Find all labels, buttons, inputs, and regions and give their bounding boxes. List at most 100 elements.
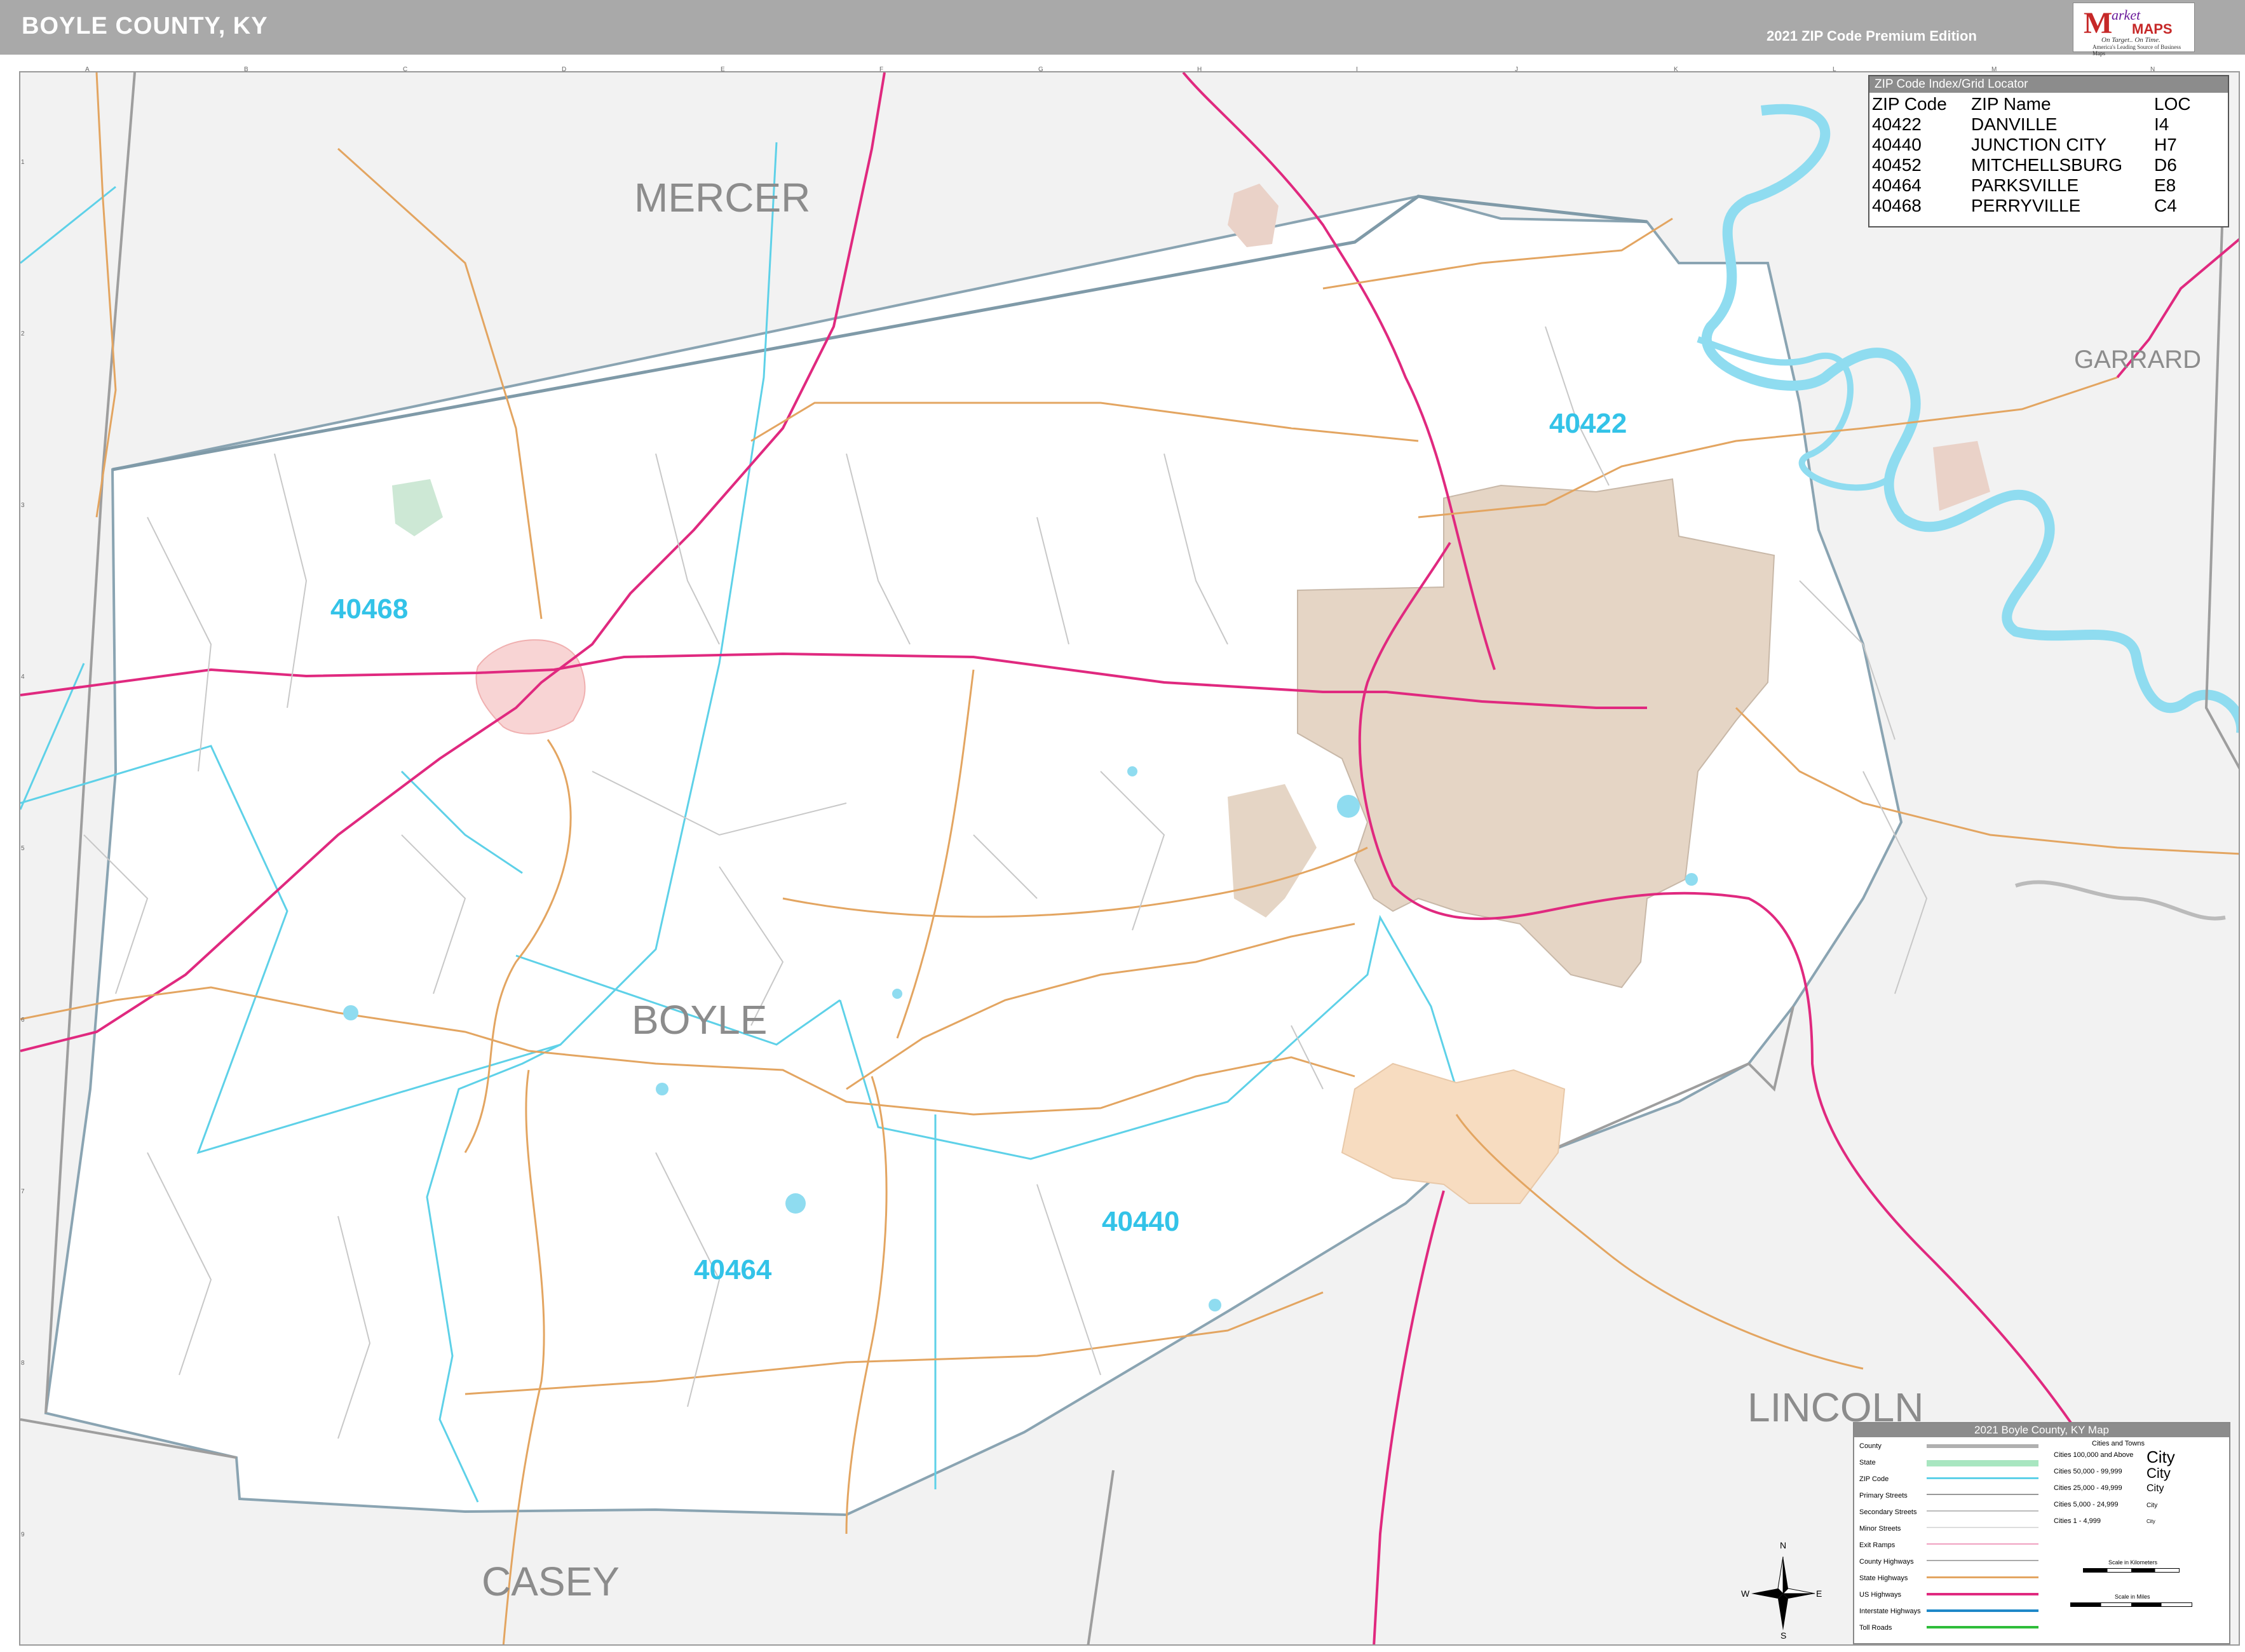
- legend-city-range-2: Cities 50,000 - 99,999: [2054, 1468, 2122, 1475]
- legend-item-us-hwy: US Highways: [1859, 1591, 1902, 1599]
- legend-item-state-hwy: State Highways: [1859, 1574, 1908, 1582]
- zip-label-40468: 40468: [330, 593, 409, 625]
- zip-label-40440: 40440: [1102, 1206, 1180, 1237]
- legend-item-state: State: [1859, 1459, 1876, 1466]
- zip-name-cell: DANVILLE: [1971, 114, 2058, 134]
- grid-letter-h: H: [1197, 66, 1202, 73]
- zip-loc-cell: D6: [2154, 155, 2177, 175]
- legend-city-range-3: Cities 25,000 - 49,999: [2054, 1484, 2122, 1492]
- legend-line-primary: [1927, 1494, 2038, 1495]
- legend-line-state-hwy: [1927, 1576, 2038, 1578]
- grid-letter-a: A: [85, 66, 90, 73]
- grid-number-4: 4: [21, 674, 25, 680]
- legend-item-minor: Minor Streets: [1859, 1525, 1901, 1533]
- zip-index-table: ZIP Code ZIP Name LOC 40422 DANVILLE I4 …: [1872, 94, 2195, 216]
- zip-name-cell: MITCHELLSBURG: [1971, 155, 2123, 175]
- legend-city-range-1: Cities 100,000 and Above: [2054, 1451, 2134, 1459]
- zip-loc-cell: C4: [2154, 196, 2177, 215]
- zip-name-cell: JUNCTION CITY: [1971, 135, 2107, 154]
- grid-letter-f: F: [879, 66, 884, 73]
- legend-city-range-5: Cities 1 - 4,999: [2054, 1517, 2101, 1525]
- logo-tagline: On Target.. On Time.: [2101, 36, 2160, 44]
- legend-line-minor: [1927, 1527, 2038, 1528]
- grid-number-5: 5: [21, 845, 25, 852]
- header-bar: BOYLE COUNTY, KY 2021 ZIP Code Premium E…: [0, 0, 2245, 55]
- compass-n: N: [1780, 1540, 1787, 1550]
- grid-letter-d: D: [562, 66, 567, 73]
- map-canvas[interactable]: MERCER GARRARD BOYLE LINCOLN CASEY 40422…: [19, 71, 2240, 1646]
- table-row: 40464 PARKSVILLE E8: [1872, 175, 2195, 196]
- grid-letter-m: M: [1991, 66, 1997, 73]
- legend-item-county: County: [1859, 1442, 1882, 1450]
- legend-cities-header: Cities and Towns: [2092, 1440, 2145, 1447]
- legend-line-state: [1927, 1460, 2038, 1466]
- legend-item-toll: Toll Roads: [1859, 1624, 1892, 1632]
- grid-letter-g: G: [1038, 66, 1043, 73]
- scale-bar-mi: [2070, 1602, 2192, 1607]
- grid-letter-l: L: [1833, 66, 1836, 73]
- zip-index-title: ZIP Code Index/Grid Locator: [1869, 76, 2228, 93]
- zip-index-header-row: ZIP Code ZIP Name LOC: [1872, 94, 2195, 114]
- zip-code-cell: 40440: [1872, 135, 1922, 154]
- legend-line-toll: [1927, 1626, 2038, 1628]
- grid-letter-i: I: [1356, 66, 1358, 73]
- legend-line-zip: [1927, 1477, 2038, 1479]
- table-row: 40422 DANVILLE I4: [1872, 114, 2195, 135]
- scale-bar-km: [2083, 1568, 2180, 1573]
- zip-code-cell: 40468: [1872, 196, 1922, 215]
- logo-maps: MAPS: [2132, 21, 2173, 37]
- legend-title: 2021 Boyle County, KY Map: [1854, 1423, 2229, 1437]
- legend-scale-mi: Scale in Miles: [2115, 1594, 2150, 1600]
- zip-index-box: ZIP Code Index/Grid Locator ZIP Code ZIP…: [1868, 75, 2229, 227]
- legend-city-sample-2: City: [2147, 1465, 2171, 1481]
- table-row: 40468 PERRYVILLE C4: [1872, 196, 2195, 216]
- zip-loc-cell: E8: [2154, 175, 2176, 195]
- zip-loc-cell: I4: [2154, 114, 2169, 134]
- legend-line-county-hwy: [1927, 1560, 2038, 1561]
- legend-item-ramps: Exit Ramps: [1859, 1541, 1896, 1549]
- logo-subtagline: America's Leading Source of Business Map…: [2092, 44, 2181, 57]
- legend-line-secondary: [1927, 1510, 2038, 1512]
- zip-name-cell: PERRYVILLE: [1971, 196, 2081, 215]
- zip-label-40464: 40464: [694, 1254, 772, 1285]
- logo-m: M: [2084, 6, 2113, 40]
- legend-city-sample-1: City: [2147, 1447, 2175, 1466]
- legend-scale-km: Scale in Kilometers: [2108, 1559, 2158, 1566]
- legend-item-zip: ZIP Code: [1859, 1475, 1889, 1483]
- zip-index-header-zip: ZIP Code: [1872, 94, 1947, 114]
- compass-e: E: [1816, 1588, 1822, 1599]
- county-label-mercer: MERCER: [634, 175, 811, 220]
- legend-line-county: [1927, 1444, 2038, 1448]
- edition-label: 2021 ZIP Code Premium Edition: [1767, 28, 1977, 44]
- legend-city-sample-3: City: [2147, 1483, 2164, 1494]
- zip-code-cell: 40452: [1872, 155, 1922, 175]
- grid-letter-k: K: [1674, 66, 1678, 73]
- grid-number-2: 2: [21, 330, 25, 337]
- grid-letter-j: J: [1515, 66, 1518, 73]
- grid-number-1: 1: [21, 159, 25, 166]
- grid-number-7: 7: [21, 1188, 25, 1195]
- grid-number-6: 6: [21, 1017, 25, 1024]
- legend-line-interstate: [1927, 1609, 2038, 1612]
- compass-rose-icon: N S E W: [1741, 1538, 1822, 1641]
- zip-name-cell: PARKSVILLE: [1971, 175, 2079, 195]
- zip-label-40422: 40422: [1549, 408, 1627, 439]
- map-title: BOYLE COUNTY, KY: [22, 13, 268, 39]
- grid-letter-b: B: [244, 66, 248, 73]
- compass-w: W: [1741, 1588, 1750, 1599]
- legend-city-range-4: Cities 5,000 - 24,999: [2054, 1501, 2119, 1508]
- zip-index-header-name: ZIP Name: [1971, 94, 2051, 114]
- county-label-garrard: GARRARD: [2074, 346, 2202, 374]
- grid-letter-n: N: [2150, 66, 2155, 73]
- table-row: 40440 JUNCTION CITY H7: [1872, 135, 2195, 155]
- legend-city-sample-5: City: [2147, 1519, 2155, 1524]
- legend-city-sample-4: City: [2147, 1502, 2158, 1509]
- legend-line-ramps: [1927, 1543, 2038, 1545]
- compass-s: S: [1780, 1630, 1787, 1641]
- map-legend: 2021 Boyle County, KY Map County State Z…: [1853, 1422, 2230, 1644]
- grid-number-9: 9: [21, 1531, 25, 1538]
- table-row: 40452 MITCHELLSBURG D6: [1872, 155, 2195, 175]
- legend-item-secondary: Secondary Streets: [1859, 1508, 1917, 1516]
- legend-item-interstate: Interstate Highways: [1859, 1608, 1921, 1615]
- grid-number-8: 8: [21, 1360, 25, 1367]
